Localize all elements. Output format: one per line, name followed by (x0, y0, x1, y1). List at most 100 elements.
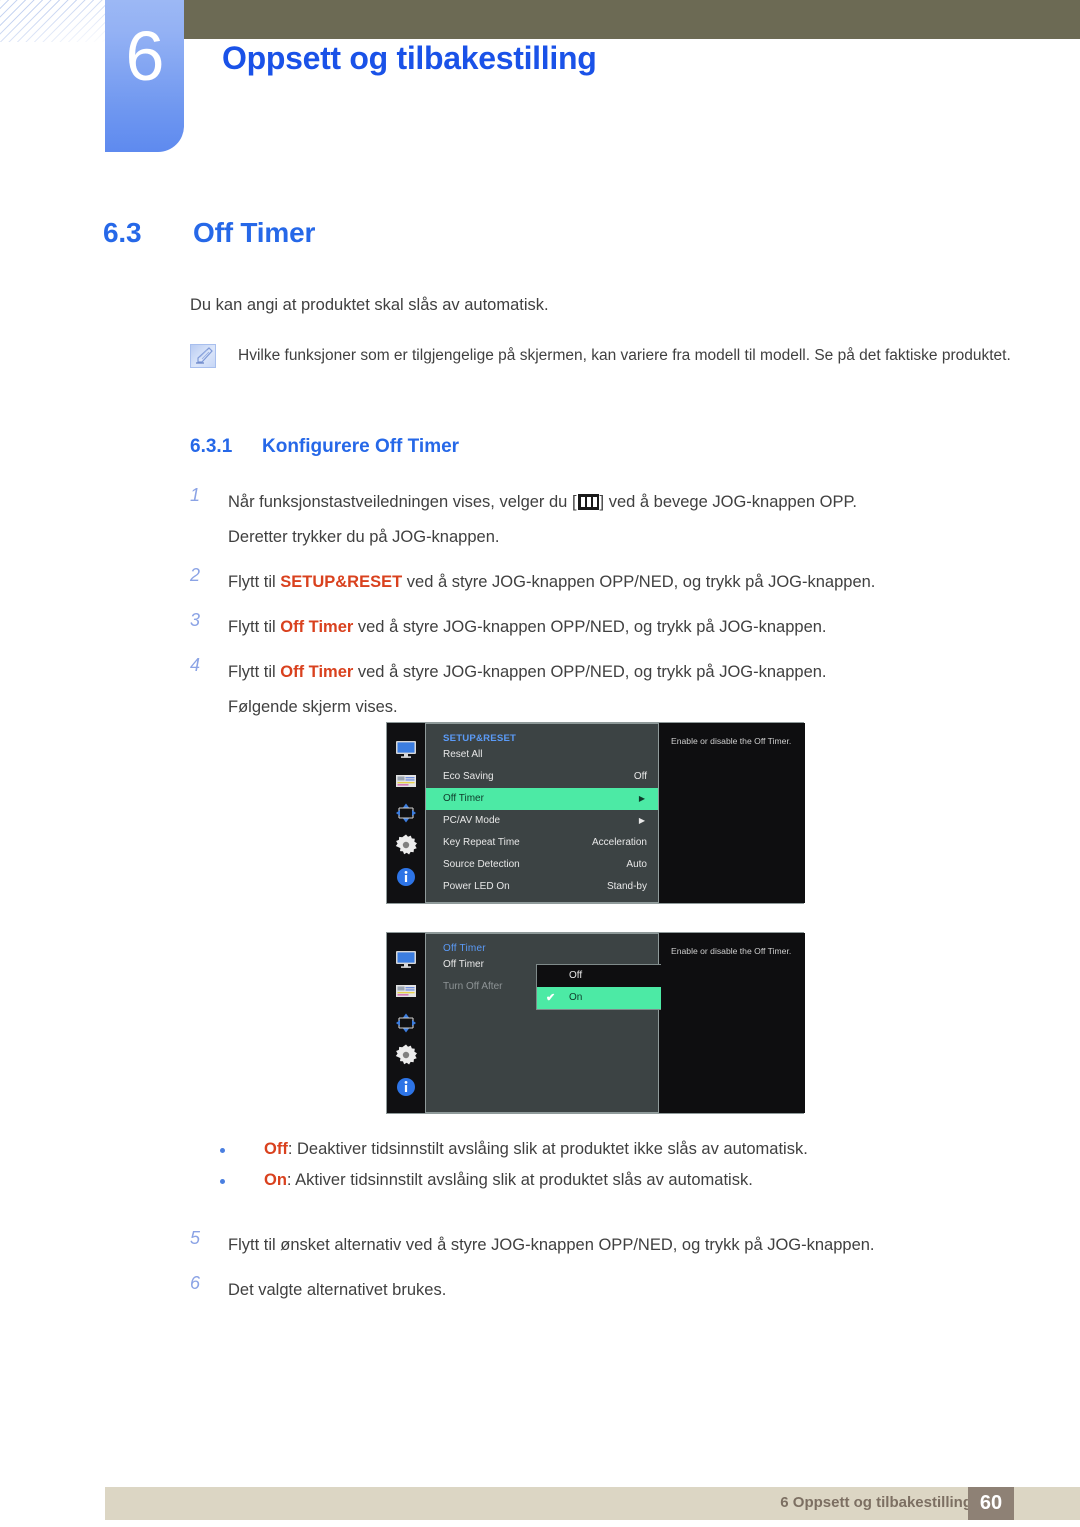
osd-menu-item-source-detection[interactable]: Source Detection Auto (426, 854, 658, 876)
step-number: 6 (190, 1273, 201, 1293)
osd-menu-panel: Off Timer Off Timer Turn Off After Off ✔… (425, 933, 669, 1113)
menu-icon (577, 494, 599, 510)
chapter-number: 6 (125, 17, 165, 95)
osd-option-on[interactable]: ✔ On (537, 987, 668, 1009)
step-text-pre: Flytt til (228, 618, 281, 636)
document-page: 6 Oppsett og tilbakestilling 6.3 Off Time… (0, 0, 1080, 1527)
osd-item-value: Acceleration (591, 837, 647, 848)
osd-menu-item-reset-all[interactable]: Reset All (426, 744, 658, 766)
step-body: Når funksjonstastveiledningen vises, vel… (228, 485, 1020, 555)
section-heading: 6.3 Off Timer (103, 217, 315, 249)
osd-item-value: Off (633, 771, 647, 782)
intro-paragraph: Du kan angi at produktet skal slås av au… (190, 296, 549, 314)
osd-screenshot-setup-reset: SETUP&RESET Reset All Eco Saving Off Off… (386, 722, 805, 904)
osd-menu-item-power-led-on[interactable]: Power LED On Stand-by (426, 876, 658, 898)
osd-item-label: Source Detection (443, 859, 520, 870)
monitor-icon (396, 741, 416, 758)
step-body: Flytt til SETUP&RESET ved å styre JOG-kn… (228, 565, 1020, 600)
subsection-heading: 6.3.1 Konfigurere Off Timer (190, 436, 459, 458)
info-icon (397, 1078, 415, 1096)
step-text-pre: Flytt til (228, 573, 281, 591)
steps-list-continued: 5 Flytt til ønsket alternativ ved å styr… (190, 1228, 1020, 1318)
step-text-line2: Følgende skjerm vises. (228, 698, 398, 716)
step-body: Flytt til Off Timer ved å styre JOG-knap… (228, 655, 1020, 725)
step-item: 5 Flytt til ønsket alternativ ved å styr… (190, 1228, 1020, 1263)
arrows-icon (396, 803, 416, 823)
osd-menu-item-off-timer[interactable]: Off Timer ▶ (426, 788, 658, 810)
step-text-pre: Flytt til (228, 663, 281, 681)
osd-option-popup: Off ✔ On (536, 964, 669, 1010)
step-text-post: ved å styre JOG-knappen OPP/NED, og tryk… (353, 618, 827, 636)
arrows-icon (396, 1013, 416, 1033)
monitor-icon (396, 951, 416, 968)
gear-icon (395, 834, 417, 855)
osd-menu-item-pc-av-mode[interactable]: PC/AV Mode ▶ (426, 810, 658, 832)
step-highlight-term: Off Timer (280, 663, 354, 681)
osd-description-panel: Enable or disable the Off Timer. (661, 933, 805, 1113)
picture-icon (396, 775, 416, 787)
info-icon (397, 868, 415, 886)
bullet-text: : Deaktiver tidsinnstilt avslåing slik a… (287, 1140, 808, 1158)
subsection-number: 6.3.1 (190, 436, 233, 457)
osd-item-label: Power LED On (443, 881, 510, 892)
chevron-right-icon: ▶ (638, 794, 645, 803)
chapter-tab: 6 (105, 0, 184, 152)
osd-menu-title: Off Timer (443, 943, 486, 954)
step-item: 1 Når funksjonstastveiledningen vises, v… (190, 485, 1020, 555)
picture-icon (396, 985, 416, 997)
section-number: 6.3 (103, 217, 142, 248)
note-text: Hvilke funksjoner som er tilgjengelige p… (238, 347, 1011, 364)
step-item: 3 Flytt til Off Timer ved å styre JOG-kn… (190, 610, 1020, 645)
chapter-title: Oppsett og tilbakestilling (222, 40, 597, 76)
step-number: 2 (190, 565, 201, 585)
osd-sidebar (387, 723, 425, 903)
osd-item-label: PC/AV Mode (443, 815, 501, 826)
bullet-text: : Aktiver tidsinnstilt avslåing slik at … (286, 1171, 753, 1189)
step-number: 5 (190, 1228, 201, 1248)
osd-item-label: Eco Saving (443, 771, 494, 782)
step-item: 6 Det valgte alternativet brukes. (190, 1273, 1020, 1308)
osd-option-label: On (569, 992, 583, 1003)
bullet-term: Off (264, 1140, 288, 1158)
step-text-post: ] ved å bevege JOG-knappen OPP. (599, 493, 857, 511)
step-number: 3 (190, 610, 201, 630)
step-text-post: ved å styre JOG-knappen OPP/NED, og tryk… (353, 663, 827, 681)
step-text-pre: Når funksjonstastveiledningen vises, vel… (228, 493, 577, 511)
options-bullet-list: Off: Deaktiver tidsinnstilt avslåing sli… (220, 1140, 1030, 1202)
step-number: 4 (190, 655, 201, 675)
check-icon: ✔ (546, 992, 556, 1004)
osd-item-label: Turn Off After (443, 981, 503, 992)
step-highlight-term: Off Timer (280, 618, 354, 636)
steps-list: 1 Når funksjonstastveiledningen vises, v… (190, 485, 1020, 735)
osd-option-label: Off (569, 970, 583, 981)
step-item: 4 Flytt til Off Timer ved å styre JOG-kn… (190, 655, 1020, 725)
bullet-body: Off: Deaktiver tidsinnstilt avslåing sli… (264, 1140, 808, 1158)
bullet-item: Off: Deaktiver tidsinnstilt avslåing sli… (220, 1140, 1030, 1159)
osd-sidebar (387, 933, 425, 1113)
osd-screenshot-off-timer: Off Timer Off Timer Turn Off After Off ✔… (386, 932, 805, 1114)
section-title: Off Timer (193, 217, 316, 248)
step-number: 1 (190, 485, 201, 505)
note-pencil-icon (190, 344, 216, 368)
osd-menu-panel: SETUP&RESET Reset All Eco Saving Off Off… (425, 723, 659, 903)
step-body: Det valgte alternativet brukes. (228, 1281, 447, 1299)
osd-item-value: Auto (626, 859, 647, 870)
step-highlight-term: SETUP&RESET (280, 573, 403, 591)
step-body: Flytt til Off Timer ved å styre JOG-knap… (228, 610, 1020, 645)
gear-icon (395, 1044, 417, 1065)
bullet-dot-icon (220, 1179, 225, 1184)
osd-item-label: Reset All (443, 749, 483, 760)
osd-item-value: Stand-by (606, 881, 647, 892)
page-number: 60 (968, 1487, 1014, 1520)
osd-menu-title: SETUP&RESET (443, 733, 517, 744)
step-text-line2: Deretter trykker du på JOG-knappen. (228, 528, 500, 546)
osd-menu-item-key-repeat-time[interactable]: Key Repeat Time Acceleration (426, 832, 658, 854)
step-body: Flytt til ønsket alternativ ved å styre … (228, 1236, 875, 1254)
osd-menu-item-eco-saving[interactable]: Eco Saving Off (426, 766, 658, 788)
osd-item-label: Off Timer (443, 959, 484, 970)
step-text-post: ved å styre JOG-knappen OPP/NED, og tryk… (402, 573, 876, 591)
osd-option-off[interactable]: Off (537, 965, 668, 987)
bullet-dot-icon (220, 1148, 225, 1153)
note-block: Hvilke funksjoner som er tilgjengelige p… (190, 342, 1018, 370)
osd-description-panel: Enable or disable the Off Timer. (661, 723, 805, 903)
